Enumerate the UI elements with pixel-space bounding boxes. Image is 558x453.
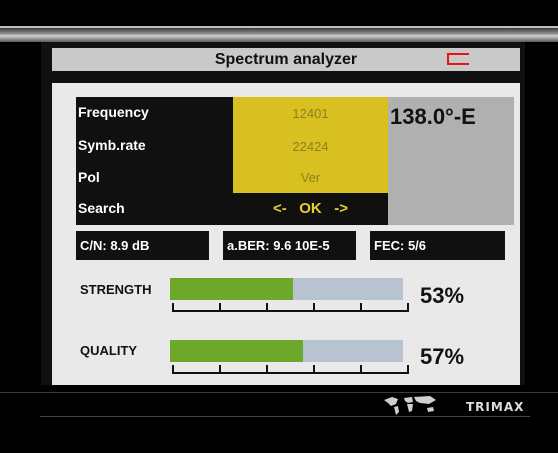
scale-tick xyxy=(360,365,362,372)
scale-tick xyxy=(360,303,362,310)
frequency-value[interactable]: 12401 xyxy=(233,106,388,121)
strength-percent: 53% xyxy=(420,283,465,308)
scale-tick xyxy=(407,365,409,372)
scale-tick xyxy=(313,365,315,372)
scale-tick xyxy=(219,365,221,372)
pol-label: Pol xyxy=(78,169,100,185)
scale-tick xyxy=(266,365,268,372)
search-label: Search xyxy=(78,200,125,216)
frequency-label: Frequency xyxy=(78,104,149,120)
scale-tick xyxy=(172,303,174,310)
strength-bar-fill xyxy=(170,278,294,300)
strength-label: STRENGTH xyxy=(80,282,152,297)
footer xyxy=(0,385,558,453)
search-control[interactable]: <- OK -> xyxy=(233,200,388,217)
satellite-position: 138.0°-E xyxy=(390,104,476,129)
page-title: Spectrum analyzer xyxy=(214,50,358,68)
scale-tick xyxy=(219,303,221,310)
footer-divider xyxy=(40,416,530,417)
pol-value[interactable]: Ver xyxy=(233,170,388,185)
scale-tick xyxy=(172,365,174,372)
quality-bar xyxy=(170,340,403,362)
quality-percent: 57% xyxy=(420,344,465,369)
footer-divider xyxy=(0,392,558,393)
quality-label: QUALITY xyxy=(80,343,138,358)
strength-scale xyxy=(172,300,409,312)
scale-tick xyxy=(313,303,315,310)
symbrate-label: Symb.rate xyxy=(78,137,146,153)
world-map-icon xyxy=(384,396,436,415)
exit-icon[interactable] xyxy=(447,53,469,65)
brand-logo: TRIMAX xyxy=(466,400,525,414)
strength-bar xyxy=(170,278,403,300)
top-bar xyxy=(0,28,558,42)
scale-tick xyxy=(407,303,409,310)
ber-value: a.BER: 9.6 10E-5 xyxy=(223,231,356,260)
cn-value: C/N: 8.9 dB xyxy=(76,231,209,260)
scale-tick xyxy=(266,303,268,310)
fec-value: FEC: 5/6 xyxy=(370,231,505,260)
symbrate-value[interactable]: 22424 xyxy=(233,139,388,154)
quality-bar-fill xyxy=(170,340,303,362)
quality-scale xyxy=(172,362,409,374)
